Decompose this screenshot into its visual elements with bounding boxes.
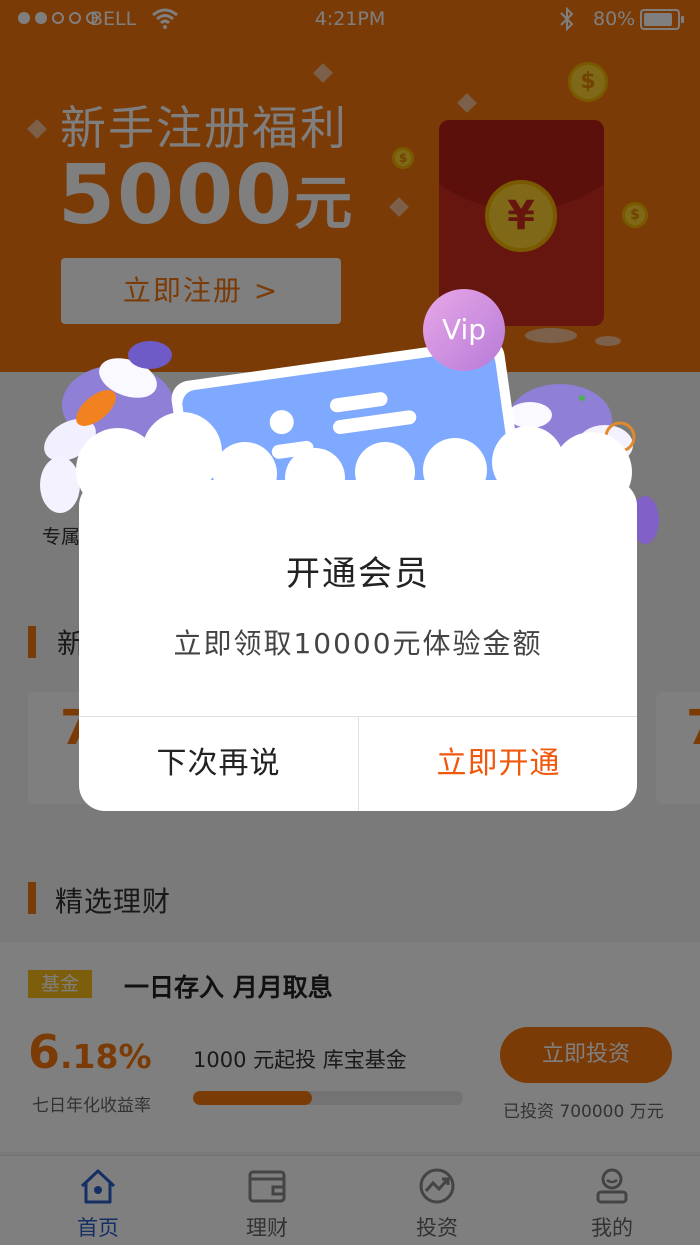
activate-button[interactable]: 立即开通 xyxy=(359,717,638,811)
later-button[interactable]: 下次再说 xyxy=(79,717,358,811)
dialog-message: 立即领取10000元体验金额 xyxy=(173,627,543,660)
membership-dialog: 开通会员 立即领取10000元体验金额 下次再说 立即开通 xyxy=(79,480,637,811)
vip-card-illustration xyxy=(40,338,659,560)
vip-badge: Vip xyxy=(423,289,505,371)
dialog-title: 开通会员 xyxy=(286,554,430,594)
